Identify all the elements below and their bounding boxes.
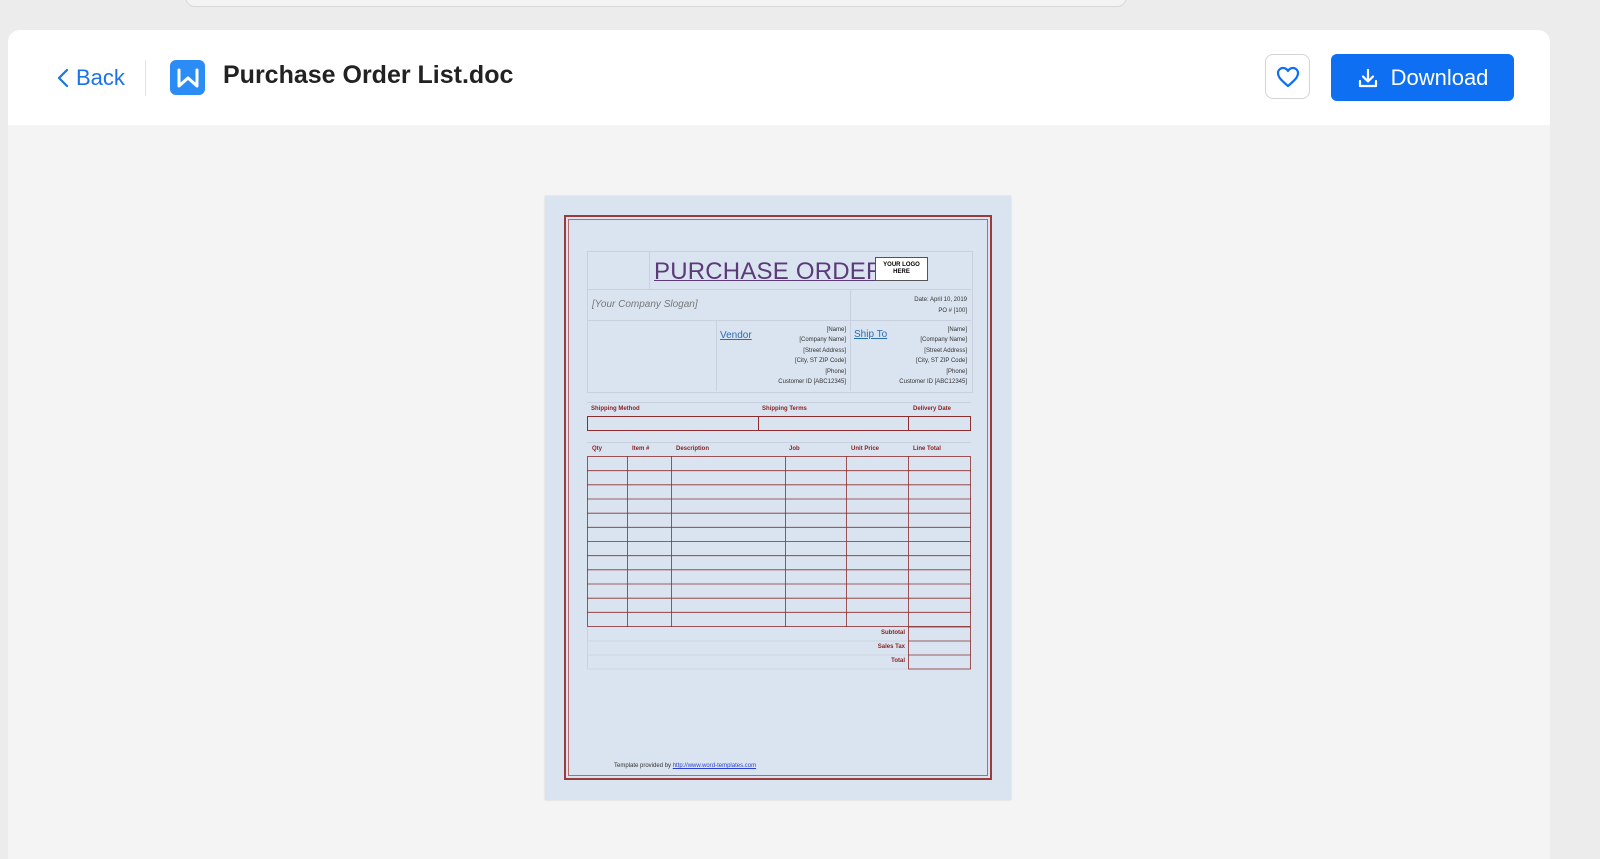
preview-panel: Back Purchase Order List.doc Download PU… (8, 30, 1550, 859)
chevron-left-icon (57, 68, 69, 88)
subtotal-label: Subtotal (881, 630, 905, 636)
line-items-grid (587, 456, 971, 670)
template-footer: Template provided by http://www.word-tem… (614, 763, 756, 769)
wps-writer-icon (170, 60, 205, 95)
file-title: Purchase Order List.doc (223, 61, 514, 89)
heart-icon (1276, 66, 1299, 87)
footer-text: Template provided by (614, 763, 672, 769)
header-bar: Back Purchase Order List.doc Download (8, 30, 1550, 125)
document-preview[interactable]: PURCHASE ORDER YOUR LOGO HERE [Your Comp… (545, 196, 1011, 800)
top-bar-edge (185, 0, 1127, 7)
favorite-button[interactable] (1265, 54, 1310, 99)
back-label: Back (76, 65, 125, 90)
download-icon (1358, 68, 1377, 87)
sales-tax-label: Sales Tax (877, 644, 905, 650)
download-label: Download (1390, 64, 1489, 90)
total-label: Total (891, 658, 905, 664)
download-button[interactable]: Download (1331, 54, 1514, 101)
back-button[interactable]: Back (56, 62, 125, 94)
header-divider (145, 60, 146, 96)
footer-link[interactable]: http://www.word-templates.com (673, 763, 756, 769)
